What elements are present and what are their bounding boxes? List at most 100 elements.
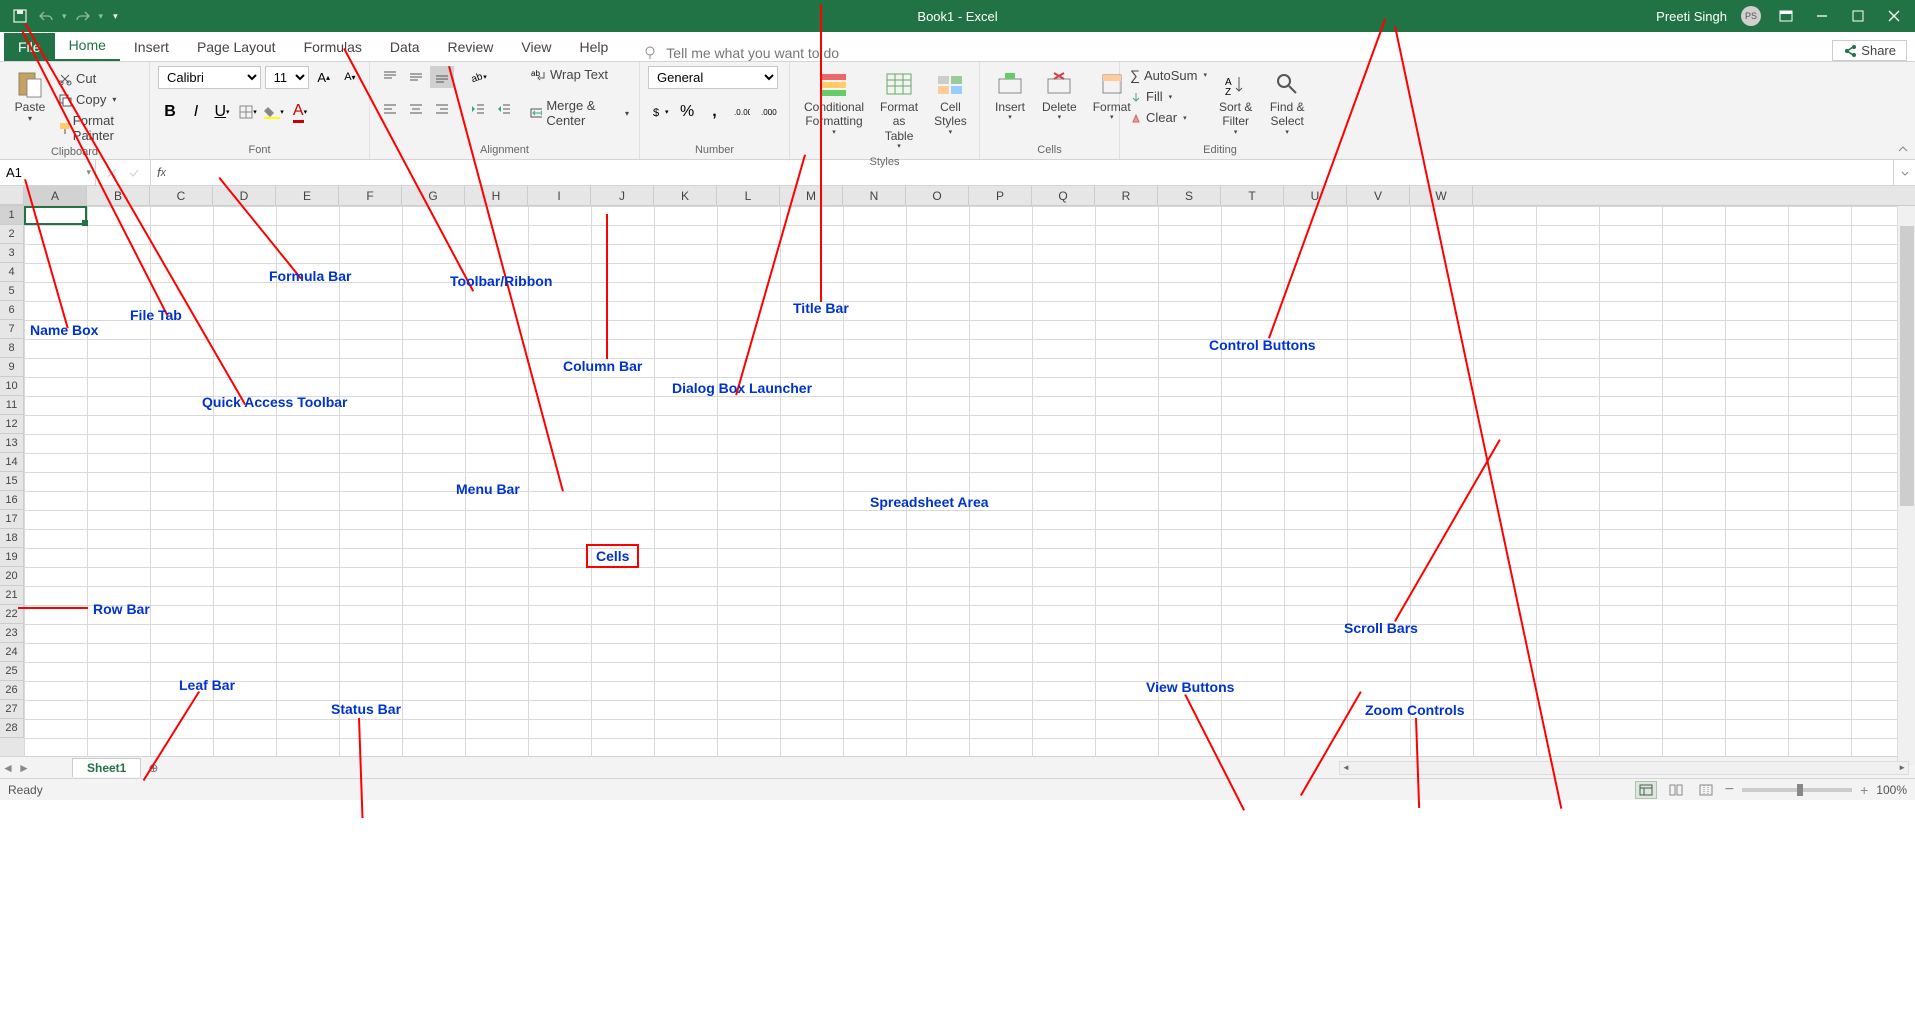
cells-grid[interactable] [24, 206, 1915, 756]
zoom-slider[interactable] [1742, 788, 1852, 792]
insert-cells-button[interactable]: Insert▾ [988, 66, 1032, 125]
cell-styles-button[interactable]: Cell Styles▾ [928, 66, 973, 139]
col-header-P[interactable]: P [969, 186, 1032, 205]
sort-filter-button[interactable]: AZSort & Filter▾ [1213, 66, 1258, 139]
col-header-U[interactable]: U [1284, 186, 1347, 205]
share-button[interactable]: Share [1832, 40, 1907, 61]
enter-icon[interactable] [128, 167, 140, 179]
close-icon[interactable] [1883, 5, 1905, 27]
increase-indent-icon[interactable] [492, 98, 516, 120]
sheet-nav-prev[interactable]: ◄ [0, 761, 16, 775]
view-page-break-icon[interactable] [1695, 781, 1717, 799]
row-header-26[interactable]: 26 [0, 681, 24, 700]
tab-data[interactable]: Data [376, 33, 434, 61]
row-header-1[interactable]: 1 [0, 206, 24, 225]
autosum-button[interactable]: ∑AutoSum▾ [1128, 66, 1209, 84]
align-middle-icon[interactable] [404, 66, 428, 88]
tab-review[interactable]: Review [434, 33, 508, 61]
col-header-A[interactable]: A [24, 186, 87, 205]
percent-format-icon[interactable]: % [675, 101, 698, 123]
row-header-21[interactable]: 21 [0, 586, 24, 605]
merge-center-button[interactable]: Merge & Center▾ [528, 97, 631, 129]
view-normal-icon[interactable] [1635, 781, 1657, 799]
borders-button[interactable]: ▾ [236, 101, 260, 123]
clear-button[interactable]: Clear▾ [1128, 109, 1209, 126]
font-size-select[interactable]: 11 [265, 66, 309, 89]
fx-icon[interactable]: fx [151, 160, 172, 185]
row-header-3[interactable]: 3 [0, 244, 24, 263]
tab-page-layout[interactable]: Page Layout [183, 33, 290, 61]
copy-button[interactable]: Copy▾ [56, 91, 141, 108]
active-cell[interactable] [24, 206, 87, 225]
col-header-W[interactable]: W [1410, 186, 1473, 205]
save-icon[interactable] [10, 6, 30, 26]
tab-view[interactable]: View [507, 33, 565, 61]
formula-input[interactable] [172, 160, 1893, 185]
collapse-ribbon-icon[interactable] [1897, 143, 1909, 155]
sheet-tab[interactable]: Sheet1 [72, 758, 141, 777]
row-header-8[interactable]: 8 [0, 339, 24, 358]
row-header-19[interactable]: 19 [0, 548, 24, 567]
cancel-icon[interactable] [106, 167, 118, 179]
row-header-2[interactable]: 2 [0, 225, 24, 244]
zoom-level[interactable]: 100% [1876, 783, 1907, 797]
format-as-table-button[interactable]: Format as Table▾ [874, 66, 924, 154]
paste-button[interactable]: Paste▾ [8, 66, 52, 126]
decrease-decimal-icon[interactable]: .00.0 [758, 101, 781, 123]
tab-help[interactable]: Help [566, 33, 623, 61]
orientation-icon[interactable]: ab▾ [466, 66, 490, 88]
row-header-13[interactable]: 13 [0, 434, 24, 453]
row-header-16[interactable]: 16 [0, 491, 24, 510]
row-header-14[interactable]: 14 [0, 453, 24, 472]
increase-decimal-icon[interactable]: .0.00 [730, 101, 753, 123]
undo-icon[interactable] [36, 6, 56, 26]
row-header-9[interactable]: 9 [0, 358, 24, 377]
name-box[interactable]: A1 [0, 160, 96, 185]
number-format-select[interactable]: General [648, 66, 778, 89]
col-header-F[interactable]: F [339, 186, 402, 205]
row-header-11[interactable]: 11 [0, 396, 24, 415]
row-header-17[interactable]: 17 [0, 510, 24, 529]
col-header-R[interactable]: R [1095, 186, 1158, 205]
col-header-N[interactable]: N [843, 186, 906, 205]
align-center-icon[interactable] [404, 98, 428, 120]
row-header-25[interactable]: 25 [0, 662, 24, 681]
col-header-D[interactable]: D [213, 186, 276, 205]
fill-button[interactable]: Fill▾ [1128, 88, 1209, 105]
row-header-12[interactable]: 12 [0, 415, 24, 434]
col-header-M[interactable]: M [780, 186, 843, 205]
row-header-20[interactable]: 20 [0, 567, 24, 586]
add-sheet-button[interactable]: ⊕ [141, 761, 165, 775]
col-header-L[interactable]: L [717, 186, 780, 205]
maximize-icon[interactable] [1847, 5, 1869, 27]
decrease-font-icon[interactable]: A▾ [339, 66, 361, 88]
row-header-5[interactable]: 5 [0, 282, 24, 301]
conditional-formatting-button[interactable]: Conditional Formatting▾ [798, 66, 870, 139]
col-header-G[interactable]: G [402, 186, 465, 205]
col-header-V[interactable]: V [1347, 186, 1410, 205]
minimize-icon[interactable] [1811, 5, 1833, 27]
increase-font-icon[interactable]: A▴ [313, 66, 335, 88]
sheet-nav-next[interactable]: ► [16, 761, 32, 775]
view-page-layout-icon[interactable] [1665, 781, 1687, 799]
align-right-icon[interactable] [430, 98, 454, 120]
font-name-select[interactable]: Calibri [158, 66, 261, 89]
row-header-27[interactable]: 27 [0, 700, 24, 719]
accounting-format-icon[interactable]: $▾ [648, 101, 671, 123]
col-header-I[interactable]: I [528, 186, 591, 205]
row-header-23[interactable]: 23 [0, 624, 24, 643]
tab-home[interactable]: Home [55, 31, 120, 61]
row-header-28[interactable]: 28 [0, 719, 24, 738]
find-select-button[interactable]: Find & Select▾ [1262, 66, 1312, 139]
col-header-T[interactable]: T [1221, 186, 1284, 205]
format-painter-button[interactable]: Format Painter [56, 112, 141, 144]
zoom-in-button[interactable]: + [1860, 782, 1868, 798]
col-header-H[interactable]: H [465, 186, 528, 205]
col-header-C[interactable]: C [150, 186, 213, 205]
vertical-scrollbar[interactable] [1897, 206, 1915, 766]
col-header-O[interactable]: O [906, 186, 969, 205]
horizontal-scrollbar[interactable] [1339, 761, 1909, 775]
bold-button[interactable]: B [158, 101, 182, 123]
italic-button[interactable]: I [184, 101, 208, 123]
align-bottom-icon[interactable] [430, 66, 454, 88]
